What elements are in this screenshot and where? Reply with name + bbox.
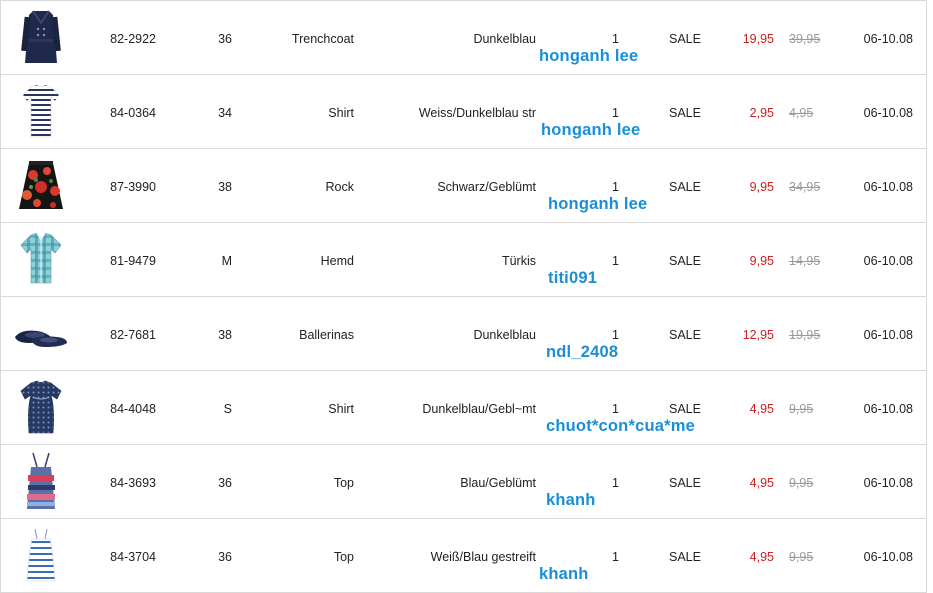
table-row: 82-7681 38 Ballerinas Dunkelblau 1 SALE … xyxy=(1,296,926,370)
user-label: khanh xyxy=(546,491,596,509)
user-label: ndl_2408 xyxy=(546,343,619,361)
trenchcoat-product-icon[interactable] xyxy=(11,5,71,69)
user-label: chuot*con*cua*me xyxy=(546,417,695,435)
old-price: 9,95 xyxy=(789,402,814,416)
product-color: Weiß/Blau gestreift xyxy=(430,550,536,564)
status-label: SALE xyxy=(669,254,701,268)
size: 36 xyxy=(218,476,232,490)
product-name: Shirt xyxy=(328,402,354,416)
size: 34 xyxy=(218,106,232,120)
product-name: Rock xyxy=(325,180,354,194)
size: M xyxy=(221,254,232,268)
order-date: 06-10.08 xyxy=(863,180,913,194)
product-name: Hemd xyxy=(320,254,354,268)
status-label: SALE xyxy=(669,106,701,120)
article-number: 84-3693 xyxy=(110,476,156,490)
sale-price: 9,95 xyxy=(749,180,774,194)
sale-price: 9,95 xyxy=(749,254,774,268)
product-color: Dunkelblau xyxy=(473,328,536,342)
quantity: 1 xyxy=(612,402,619,416)
status-label: SALE xyxy=(669,32,701,46)
product-color: Dunkelblau xyxy=(473,32,536,46)
product-color: Dunkelblau/Gebl~mt xyxy=(422,402,536,416)
product-name: Top xyxy=(333,550,354,564)
article-number: 87-3990 xyxy=(110,180,156,194)
old-price: 14,95 xyxy=(789,254,821,268)
product-color: Türkis xyxy=(501,254,536,268)
article-number: 84-3704 xyxy=(110,550,156,564)
checked-shirt-product-icon[interactable] xyxy=(11,227,71,291)
product-name: Shirt xyxy=(328,106,354,120)
user-label: khanh xyxy=(539,565,589,583)
order-date: 06-10.08 xyxy=(863,550,913,564)
table-row: 87-3990 38 Rock Schwarz/Geblümt 1 SALE 9… xyxy=(1,148,926,222)
quantity: 1 xyxy=(612,254,619,268)
old-price: 39,95 xyxy=(789,32,821,46)
article-number: 82-7681 xyxy=(110,328,156,342)
table-row: 84-0364 34 Shirt Weiss/Dunkelblau str 1 … xyxy=(1,74,926,148)
table-row: 82-2922 36 Trenchcoat Dunkelblau 1 SALE … xyxy=(1,0,926,74)
sale-price: 4,95 xyxy=(749,550,774,564)
sale-price: 12,95 xyxy=(742,328,774,342)
product-color: Blau/Geblümt xyxy=(460,476,536,490)
table-row: 84-4048 S Shirt Dunkelblau/Gebl~mt 1 SAL… xyxy=(1,370,926,444)
product-name: Top xyxy=(333,476,354,490)
quantity: 1 xyxy=(612,476,619,490)
status-label: SALE xyxy=(669,476,701,490)
size: 38 xyxy=(218,328,232,342)
status-label: SALE xyxy=(669,180,701,194)
floral-skirt-product-icon[interactable] xyxy=(11,153,71,217)
old-price: 19,95 xyxy=(789,328,821,342)
quantity: 1 xyxy=(612,32,619,46)
product-name: Trenchcoat xyxy=(291,32,354,46)
sale-price: 4,95 xyxy=(749,402,774,416)
size: 36 xyxy=(218,550,232,564)
old-price: 9,95 xyxy=(789,550,814,564)
sale-price: 19,95 xyxy=(742,32,774,46)
status-label: SALE xyxy=(669,550,701,564)
old-price: 4,95 xyxy=(789,106,814,120)
sale-price: 4,95 xyxy=(749,476,774,490)
quantity: 1 xyxy=(612,550,619,564)
order-table: 82-2922 36 Trenchcoat Dunkelblau 1 SALE … xyxy=(0,0,927,593)
quantity: 1 xyxy=(612,106,619,120)
article-number: 81-9479 xyxy=(110,254,156,268)
order-date: 06-10.08 xyxy=(863,476,913,490)
patterned-blouse-product-icon[interactable] xyxy=(11,375,71,439)
striped-shirt-product-icon[interactable] xyxy=(11,79,71,143)
order-date: 06-10.08 xyxy=(863,254,913,268)
printed-top-product-icon[interactable] xyxy=(11,449,71,513)
article-number: 82-2922 xyxy=(110,32,156,46)
order-date: 06-10.08 xyxy=(863,32,913,46)
quantity: 1 xyxy=(612,180,619,194)
status-label: SALE xyxy=(669,402,701,416)
order-date: 06-10.08 xyxy=(863,402,913,416)
ballerina-shoes-product-icon[interactable] xyxy=(11,301,71,365)
size: S xyxy=(223,402,232,416)
user-label: honganh lee xyxy=(539,47,639,65)
old-price: 9,95 xyxy=(789,476,814,490)
user-label: titi091 xyxy=(548,269,598,287)
order-date: 06-10.08 xyxy=(863,106,913,120)
user-label: honganh lee xyxy=(541,121,641,139)
table-row: 81-9479 M Hemd Türkis 1 SALE 9,95 14,95 … xyxy=(1,222,926,296)
table-row: 84-3704 36 Top Weiß/Blau gestreift 1 SAL… xyxy=(1,518,926,593)
user-label: honganh lee xyxy=(548,195,648,213)
order-date: 06-10.08 xyxy=(863,328,913,342)
article-number: 84-4048 xyxy=(110,402,156,416)
size: 38 xyxy=(218,180,232,194)
size: 36 xyxy=(218,32,232,46)
product-color: Schwarz/Geblümt xyxy=(437,180,536,194)
status-label: SALE xyxy=(669,328,701,342)
product-color: Weiss/Dunkelblau str xyxy=(418,106,536,120)
article-number: 84-0364 xyxy=(110,106,156,120)
product-name: Ballerinas xyxy=(299,328,354,342)
sale-price: 2,95 xyxy=(749,106,774,120)
table-row: 84-3693 36 Top Blau/Geblümt 1 SALE 4,95 … xyxy=(1,444,926,518)
striped-top-product-icon[interactable] xyxy=(11,523,71,587)
quantity: 1 xyxy=(612,328,619,342)
old-price: 34,95 xyxy=(789,180,821,194)
